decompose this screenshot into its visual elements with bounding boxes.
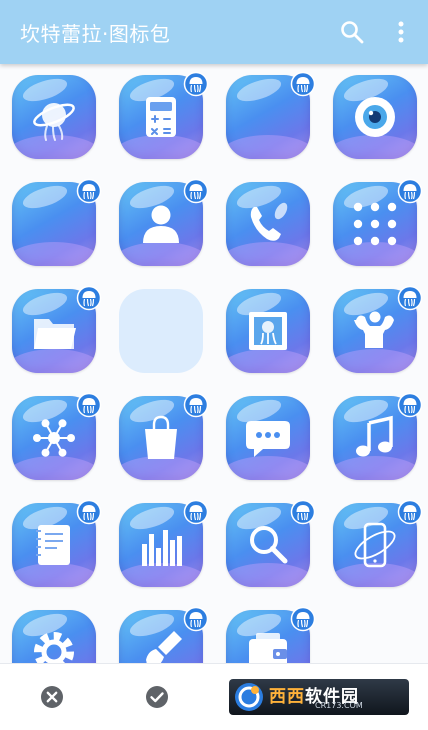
jellyfish-badge-icon	[397, 392, 423, 418]
icon-jellyfish-planet[interactable]	[12, 75, 96, 159]
jellyfish-badge-icon	[183, 392, 209, 418]
jellyfish-badge-icon	[76, 285, 102, 311]
icon-blank-bubble-2[interactable]	[12, 178, 102, 266]
jellyfish-badge-icon	[397, 178, 423, 204]
magnifier-icon	[250, 526, 288, 564]
icon-music[interactable]	[333, 392, 423, 480]
jellyfish-badge-icon	[397, 499, 423, 525]
equalizer-icon	[142, 530, 182, 566]
jellyfish-badge-icon	[290, 499, 316, 525]
icon-calculator[interactable]	[119, 71, 209, 159]
icon-camera-eye[interactable]	[333, 75, 417, 159]
icon-contacts[interactable]	[119, 178, 209, 266]
jellyfish-badge-icon	[397, 285, 423, 311]
icon-store[interactable]	[119, 392, 209, 480]
phone-icon	[250, 202, 288, 241]
icon-settings[interactable]	[12, 610, 96, 663]
person-icon	[143, 205, 179, 243]
search-icon[interactable]	[339, 19, 365, 45]
app-bar: 坎特蕾拉·图标包	[0, 0, 428, 64]
watermark: 西西软件园 CR173.COM	[229, 679, 409, 715]
dots-icon	[353, 202, 397, 246]
network-icon	[33, 419, 75, 457]
icon-app-drawer[interactable]	[333, 178, 423, 266]
more-vert-icon[interactable]	[391, 18, 411, 46]
icon-wallet[interactable]	[226, 606, 316, 663]
jellyfish-badge-icon	[76, 499, 102, 525]
app-title: 坎特蕾拉·图标包	[20, 22, 171, 46]
folder-icon	[34, 319, 76, 349]
jellyfish-badge-icon	[290, 71, 316, 97]
cancel-icon[interactable]	[40, 685, 64, 709]
photo-icon	[249, 312, 287, 350]
music-icon	[356, 415, 393, 457]
watermark-subtext: CR173.COM	[315, 701, 363, 710]
muscle-icon	[354, 311, 394, 348]
check-circle-icon[interactable]	[145, 685, 169, 709]
bag-icon	[145, 415, 177, 459]
planet-icon	[33, 103, 75, 141]
jellyfish-badge-icon	[183, 499, 209, 525]
icon-phone-manager[interactable]	[333, 499, 423, 587]
calculator-icon	[146, 97, 176, 137]
gear-icon	[34, 632, 74, 663]
icon-phone[interactable]	[226, 182, 310, 266]
icon-grid	[0, 64, 428, 663]
wallet-icon	[249, 633, 287, 663]
icon-search[interactable]	[226, 499, 316, 587]
icon-fitness[interactable]	[333, 285, 423, 373]
icon-gallery[interactable]	[226, 289, 310, 373]
icon-notes[interactable]	[12, 499, 102, 587]
watermark-logo-icon	[235, 683, 263, 711]
jellyfish-badge-icon	[76, 178, 102, 204]
bottom-bar: 西西软件园 CR173.COM	[0, 663, 428, 730]
icon-bubble	[119, 289, 203, 373]
jellyfish-badge-icon	[183, 606, 209, 632]
jellyfish-badge-icon	[183, 178, 209, 204]
icon-network[interactable]	[12, 392, 102, 480]
icon-empty-slot[interactable]	[119, 289, 203, 373]
icon-files[interactable]	[12, 285, 102, 373]
icon-messages[interactable]	[226, 396, 310, 480]
icon-theme-brush[interactable]	[119, 606, 209, 663]
device-icon	[354, 522, 396, 568]
jellyfish-badge-icon	[183, 71, 209, 97]
jellyfish-badge-icon	[290, 606, 316, 632]
notebook-icon	[36, 525, 70, 565]
chat-icon	[246, 421, 290, 457]
icon-blank-bubble-1[interactable]	[226, 71, 316, 159]
icon-equalizer[interactable]	[119, 499, 209, 587]
brush-icon	[146, 631, 182, 663]
jellyfish-badge-icon	[76, 392, 102, 418]
eye-icon	[355, 97, 395, 137]
